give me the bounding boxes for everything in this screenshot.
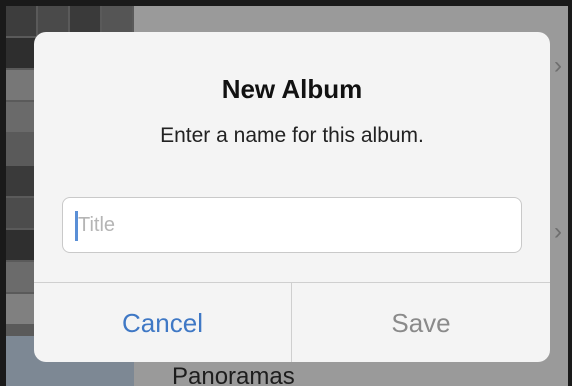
chevron-right-icon[interactable]: › <box>554 54 562 78</box>
alert-message: Enter a name for this album. <box>160 124 424 147</box>
album-list-item-label[interactable]: Panoramas <box>172 363 295 386</box>
cancel-button[interactable]: Cancel <box>34 283 292 362</box>
photos-app-background: › › Panoramas New Album Enter a name for… <box>6 6 568 386</box>
alert-button-row: Cancel Save <box>34 282 550 362</box>
new-album-alert: New Album Enter a name for this album. T… <box>34 32 550 362</box>
save-button[interactable]: Save <box>292 283 550 362</box>
album-name-input[interactable]: Title <box>62 197 522 253</box>
input-placeholder: Title <box>78 214 116 236</box>
chevron-right-icon[interactable]: › <box>554 220 562 244</box>
alert-title: New Album <box>221 74 363 104</box>
